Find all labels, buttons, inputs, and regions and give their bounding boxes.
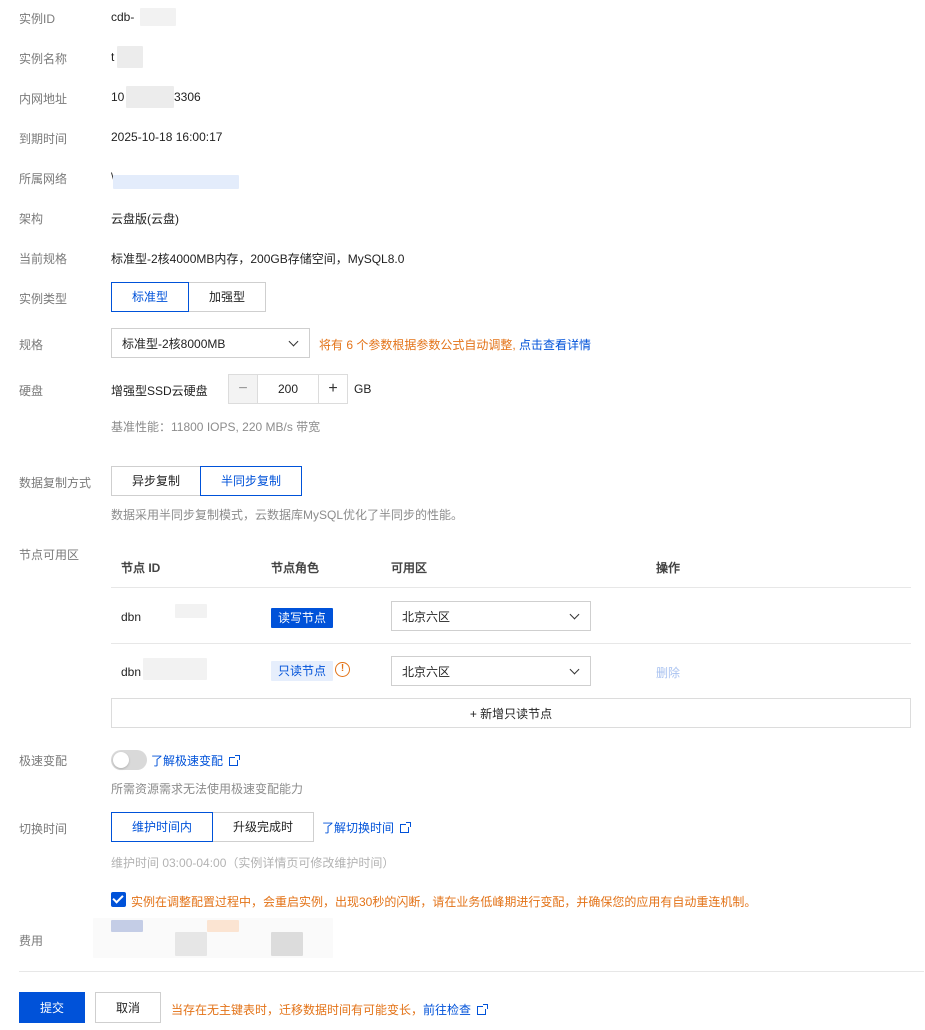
fee-redaction — [207, 920, 239, 932]
switch-time-hint: 维护时间 03:00-04:00（实例详情页可修改维护时间） — [111, 856, 395, 870]
instance-id-label: 实例ID — [19, 12, 56, 26]
chevron-down-icon — [288, 336, 299, 346]
fast-change-label: 极速变配 — [19, 754, 68, 768]
architecture-label: 架构 — [19, 212, 44, 226]
private-address-prefix: 10 — [111, 90, 125, 104]
expire-time-label: 到期时间 — [19, 132, 68, 146]
spec-select[interactable]: 标准型-2核8000MB — [111, 328, 310, 358]
spec-notice: 将有 6 个参数根据参数公式自动调整, 点击查看详情 — [319, 336, 591, 353]
node-az-select[interactable]: 北京六区 — [391, 656, 591, 686]
node-role-badge: 只读节点 — [271, 661, 334, 681]
node-id: dbn — [121, 610, 142, 624]
switch-time-link[interactable]: 了解切换时间 — [322, 821, 394, 835]
replication-option-async[interactable]: 异步复制 — [111, 466, 201, 496]
table-row: dbn 读写节点 北京六区 — [111, 589, 911, 644]
redaction-mask — [113, 175, 239, 189]
current-spec-value: 标准型-2核4000MB内存，200GB存储空间，MySQL8.0 — [111, 252, 405, 266]
footer-warning: 当存在无主键表时，迁移数据时间有可能变长，前往检查 — [171, 1001, 489, 1018]
fee-redaction — [175, 932, 207, 956]
nodes-header-action: 操作 — [656, 561, 681, 575]
disk-increment-button[interactable]: + — [318, 374, 348, 404]
redaction-mask — [143, 658, 207, 680]
external-link-icon — [229, 755, 241, 767]
add-readonly-node-button[interactable]: + 新增只读节点 — [111, 698, 911, 728]
switch-time-link-wrap[interactable]: 了解切换时间 — [322, 819, 412, 836]
chevron-down-icon — [569, 609, 580, 619]
switch-time-option-upgrade[interactable]: 升级完成时 — [212, 812, 314, 842]
delete-node-link[interactable]: 删除 — [656, 664, 680, 681]
cancel-button[interactable]: 取消 — [95, 992, 161, 1023]
node-az-value: 北京六区 — [402, 609, 451, 624]
spec-select-value: 标准型-2核8000MB — [122, 336, 226, 351]
external-link-icon — [477, 1004, 489, 1016]
disk-performance: 基准性能：11800 IOPS, 220 MB/s 带宽 — [111, 420, 321, 434]
fast-change-hint: 所需资源需求无法使用极速变配能力 — [111, 782, 304, 796]
current-spec-label: 当前规格 — [19, 252, 68, 266]
instance-id-value: cdb- — [111, 10, 135, 24]
instance-type-option-standard[interactable]: 标准型 — [111, 282, 189, 312]
node-az-value: 北京六区 — [402, 664, 451, 679]
spec-notice-text: 将有 6 个参数根据参数公式自动调整, — [319, 338, 516, 352]
network-label: 所属网络 — [19, 172, 68, 186]
node-az-label: 节点可用区 — [19, 548, 80, 562]
switch-time-option-maintenance[interactable]: 维护时间内 — [111, 812, 213, 842]
architecture-value: 云盘版(云盘) — [111, 212, 179, 226]
disk-type: 增强型SSD云硬盘 — [111, 384, 208, 398]
chevron-down-icon — [569, 664, 580, 674]
toggle-knob — [113, 752, 129, 768]
disk-decrement-button[interactable]: − — [228, 374, 258, 404]
nodes-header-az: 可用区 — [391, 561, 428, 575]
switch-time-label: 切换时间 — [19, 822, 68, 836]
disk-unit: GB — [354, 382, 372, 396]
private-address-label: 内网地址 — [19, 92, 68, 106]
spec-label: 规格 — [19, 338, 44, 352]
warning-icon[interactable]: ! — [335, 662, 350, 677]
instance-type-option-enhanced[interactable]: 加强型 — [188, 282, 266, 312]
instance-name-value: t — [111, 50, 115, 64]
replication-option-semisync[interactable]: 半同步复制 — [200, 466, 302, 496]
fast-change-link[interactable]: 了解极速变配 — [151, 754, 223, 768]
fast-change-toggle[interactable] — [111, 750, 147, 770]
fee-label: 费用 — [19, 934, 44, 948]
disk-label: 硬盘 — [19, 384, 44, 398]
spec-notice-link[interactable]: 点击查看详情 — [519, 338, 591, 352]
node-az-select[interactable]: 北京六区 — [391, 601, 591, 631]
confirm-checkbox[interactable] — [111, 892, 126, 907]
expire-time-value: 2025-10-18 16:00:17 — [111, 130, 223, 144]
replication-hint: 数据采用半同步复制模式，云数据库MySQL优化了半同步的性能。 — [111, 508, 464, 522]
instance-type-label: 实例类型 — [19, 292, 68, 306]
redaction-mask — [140, 8, 176, 26]
footer-check-link[interactable]: 前往检查 — [423, 1003, 471, 1017]
nodes-header-role: 节点角色 — [271, 561, 320, 575]
fee-redaction — [271, 932, 303, 956]
instance-name-label: 实例名称 — [19, 52, 68, 66]
redaction-mask — [175, 604, 207, 618]
external-link-icon — [400, 822, 412, 834]
footer-warning-text: 当存在无主键表时，迁移数据时间有可能变长， — [171, 1003, 424, 1017]
table-row: dbn 只读节点 ! 北京六区 删除 — [111, 644, 911, 699]
switch-time-selector: 维护时间内 升级完成时 — [111, 812, 314, 842]
instance-type-selector: 标准型 加强型 — [111, 282, 266, 312]
confirm-text: 实例在调整配置过程中，会重启实例，出现30秒的闪断，请在业务低峰期进行变配，并确… — [131, 895, 757, 909]
submit-button[interactable]: 提交 — [19, 992, 85, 1023]
node-id: dbn — [121, 665, 142, 679]
nodes-table-header: 节点 ID 节点角色 可用区 操作 — [111, 548, 911, 588]
disk-size-input[interactable]: 200 — [258, 374, 318, 404]
redaction-mask — [126, 86, 174, 108]
redaction-mask — [117, 46, 143, 68]
fee-redaction — [111, 920, 143, 932]
node-role-badge: 读写节点 — [271, 608, 334, 628]
private-address-port: 3306 — [174, 90, 201, 104]
replication-label: 数据复制方式 — [19, 476, 92, 490]
replication-selector: 异步复制 半同步复制 — [111, 466, 302, 496]
disk-size-stepper: − 200 + — [228, 374, 348, 404]
fast-change-link-wrap[interactable]: 了解极速变配 — [151, 752, 241, 769]
footer-divider — [19, 971, 924, 972]
nodes-header-id: 节点 ID — [121, 561, 161, 575]
